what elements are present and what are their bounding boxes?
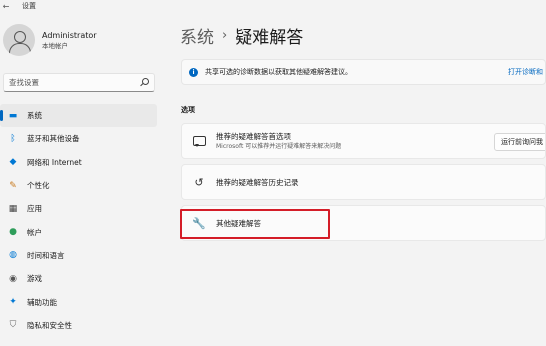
troubleshooter-history-card[interactable]: ↺ 推荐的疑难解答历史记录 [181,164,546,200]
diagnostics-banner: i 共享可选的诊断数据以获取其他疑难解答建议。 打开诊断和 [181,59,546,85]
sidebar-item-label: 个性化 [27,181,50,191]
sidebar-item-label: 网络和 Internet [27,157,82,167]
bluetooth-icon: ᛒ [10,133,16,144]
open-diagnostics-link[interactable]: 打开诊断和 [508,67,543,77]
chat-bubble-icon [192,134,206,148]
back-arrow-icon[interactable]: ← [0,2,12,11]
sidebar-item-bluetooth[interactable]: ᛒ 蓝牙和其他设备 [0,127,160,150]
section-title: 选项 [181,106,195,114]
recommended-troubleshooter-prefs-card[interactable]: 推荐的疑难解答首选项 Microsoft 可以推荐并运行疑难解答来解决问题 运行… [181,123,546,159]
sidebar-item-label: 隐私和安全性 [27,320,72,330]
sidebar-item-system[interactable]: ▬ 系统 [0,104,157,128]
shield-icon: ⛉ [9,320,17,331]
avatar [3,24,35,56]
run-preference-dropdown[interactable]: 运行前询问我 [494,133,545,151]
sidebar-item-label: 帐户 [27,227,42,237]
brush-icon: ✎ [9,180,17,191]
sidebar-item-personalization[interactable]: ✎ 个性化 [0,174,160,197]
sidebar-item-label: 蓝牙和其他设备 [27,134,80,144]
sidebar-item-label: 系统 [27,111,42,121]
sidebar-item-label: 游戏 [27,274,42,284]
sidebar-item-network[interactable]: ◆ 网络和 Internet [0,151,160,174]
search-icon[interactable] [139,77,149,88]
sidebar-item-label: 时间和语言 [27,250,65,260]
search-input[interactable]: 查找设置 [3,73,155,92]
user-name: Administrator [42,30,97,40]
sidebar-item-gaming[interactable]: ◉ 游戏 [0,267,160,290]
account-type: 本地帐户 [42,41,68,50]
main-content: 系统 › 疑难解答 i 共享可选的诊断数据以获取其他疑难解答建议。 打开诊断和 … [170,12,546,346]
chevron-right-icon: › [222,28,228,43]
sidebar-item-label: 应用 [27,204,42,214]
title-bar: ← 设置 [0,0,546,12]
sidebar-item-accounts[interactable]: ● 帐户 [0,220,160,243]
sidebar: Administrator 本地帐户 查找设置 ▬ 系统 ᛒ 蓝牙和其他设备 ◆… [0,12,170,346]
card-title: 推荐的疑难解答历史记录 [216,177,299,187]
user-profile[interactable]: Administrator 本地帐户 [3,24,97,56]
sidebar-item-time-language[interactable]: ◍ 时间和语言 [0,244,160,267]
sidebar-item-label: 辅助功能 [27,297,57,307]
page-title: 疑难解答 [235,28,304,48]
other-troubleshooters-card[interactable]: 🔧 其他疑难解答 [181,205,546,241]
globe-clock-icon: ◍ [9,250,17,261]
banner-text: 共享可选的诊断数据以获取其他疑难解答建议。 [205,68,352,76]
card-title: 推荐的疑难解答首选项 [216,132,291,141]
sidebar-item-privacy[interactable]: ⛉ 隐私和安全性 [0,314,160,337]
card-subtitle: Microsoft 可以推荐并运行疑难解答来解决问题 [216,143,342,150]
gamepad-icon: ◉ [9,273,17,284]
accessibility-icon: ✦ [9,297,17,308]
card-title: 其他疑难解答 [216,218,261,228]
sidebar-item-apps[interactable]: ▦ 应用 [0,197,160,220]
sidebar-item-accessibility[interactable]: ✦ 辅助功能 [0,290,160,313]
system-monitor-icon: ▬ [8,110,18,121]
apps-icon: ▦ [8,203,18,214]
app-title: 设置 [22,2,36,10]
breadcrumb: 系统 › 疑难解答 [180,23,303,48]
wifi-icon: ◆ [9,157,17,168]
account-icon: ● [9,227,17,238]
breadcrumb-parent[interactable]: 系统 [180,23,214,48]
nav-list: ▬ 系统 ᛒ 蓝牙和其他设备 ◆ 网络和 Internet ✎ 个性化 ▦ 应用… [0,104,160,337]
search-placeholder: 查找设置 [9,78,39,87]
wrench-icon: 🔧 [192,216,206,230]
info-icon: i [189,67,198,77]
history-icon: ↺ [194,175,204,189]
